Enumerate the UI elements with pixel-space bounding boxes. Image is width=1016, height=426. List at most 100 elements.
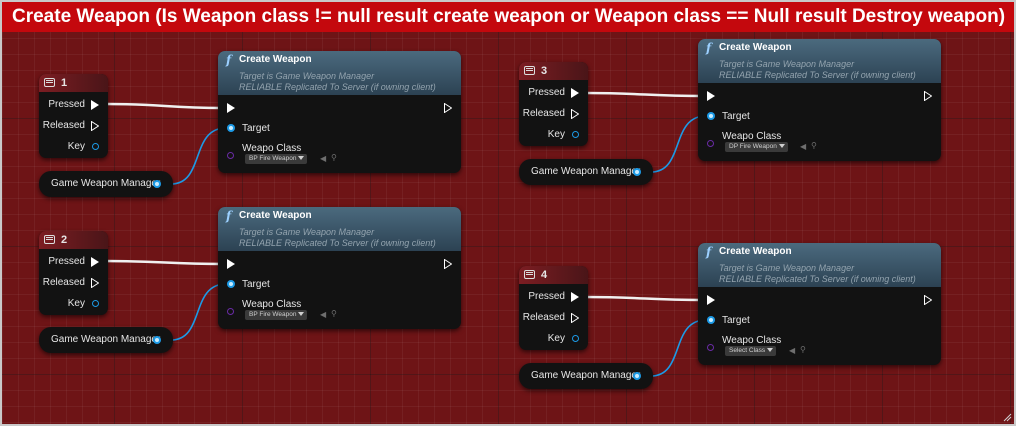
game-weapon-manager-variable-4[interactable]: Game Weapon Manager xyxy=(519,363,653,389)
variable-output-pin[interactable] xyxy=(153,336,161,344)
weapon-class-label: Weapo Class xyxy=(242,143,302,154)
weapon-class-pin[interactable] xyxy=(707,140,714,147)
weapon-class-pin[interactable] xyxy=(227,308,234,315)
variable-output-pin[interactable] xyxy=(633,168,641,176)
weapon-class-dropdown[interactable]: DP Fire Weapon xyxy=(725,142,788,152)
weapon-class-label: Weapo Class xyxy=(242,299,302,310)
search-icon[interactable]: ⚲ xyxy=(331,153,337,163)
key-label: Key xyxy=(547,129,565,140)
function-title: Create Weapon xyxy=(719,42,792,53)
arrow-left-icon[interactable]: ◀ xyxy=(320,310,326,320)
pressed-label: Pressed xyxy=(48,99,85,110)
exec-wire-3 xyxy=(585,91,703,98)
variable-label: Game Weapon Manager xyxy=(531,166,641,177)
game-weapon-manager-variable-3[interactable]: Game Weapon Manager xyxy=(519,159,653,185)
weapon-class-pin[interactable] xyxy=(227,152,234,159)
pressed-label: Pressed xyxy=(528,87,565,98)
weapon-class-dropdown[interactable]: Select Class xyxy=(725,346,777,356)
search-icon[interactable]: ⚲ xyxy=(811,141,817,151)
released-exec-pin[interactable] xyxy=(571,109,579,119)
arrow-left-icon[interactable]: ◀ xyxy=(800,142,806,152)
search-icon[interactable]: ⚲ xyxy=(331,309,337,319)
function-f-icon: f xyxy=(226,209,232,223)
function-target-note: Target is Game Weapon Manager xyxy=(239,71,375,81)
search-icon[interactable]: ⚲ xyxy=(800,345,806,355)
create-weapon-node-1[interactable]: f Create Weapon Target is Game Weapon Ma… xyxy=(218,51,461,173)
create-weapon-node-2[interactable]: f Create Weapon Target is Game Weapon Ma… xyxy=(218,207,461,329)
key-output-pin[interactable] xyxy=(92,143,99,150)
variable-output-pin[interactable] xyxy=(153,180,161,188)
key-node-header: 1 xyxy=(39,74,108,92)
key-event-node-2[interactable]: 2 Pressed Released Key xyxy=(39,231,108,315)
target-label: Target xyxy=(722,111,750,122)
target-input-pin[interactable] xyxy=(707,316,715,324)
pressed-label: Pressed xyxy=(528,291,565,302)
chevron-down-icon xyxy=(298,156,305,161)
exec-input-pin[interactable] xyxy=(227,103,235,113)
function-replication-note: RELIABLE Replicated To Server (if owning… xyxy=(239,238,436,248)
keyboard-icon xyxy=(44,235,55,244)
exec-wire-1 xyxy=(105,102,223,110)
released-exec-pin[interactable] xyxy=(91,121,99,131)
target-input-pin[interactable] xyxy=(227,124,235,132)
variable-output-pin[interactable] xyxy=(633,372,641,380)
chevron-down-icon xyxy=(778,144,785,149)
function-f-icon: f xyxy=(706,245,712,259)
arrow-left-icon[interactable]: ◀ xyxy=(320,154,326,164)
weapon-class-dropdown[interactable]: BP Fire Weapon xyxy=(245,310,308,320)
exec-input-pin[interactable] xyxy=(707,295,715,305)
chevron-down-icon xyxy=(298,312,305,317)
keyboard-icon xyxy=(44,78,55,87)
variable-label: Game Weapon Manager xyxy=(531,370,641,381)
weapon-class-dropdown[interactable]: BP Fire Weapon xyxy=(245,154,308,164)
function-f-icon: f xyxy=(706,41,712,55)
target-input-pin[interactable] xyxy=(707,112,715,120)
function-replication-note: RELIABLE Replicated To Server (if owning… xyxy=(719,70,916,80)
pressed-exec-pin[interactable] xyxy=(571,292,579,302)
arrow-left-icon[interactable]: ◀ xyxy=(789,346,795,356)
key-event-node-4[interactable]: 4 Pressed Released Key xyxy=(519,266,588,350)
key-output-pin[interactable] xyxy=(92,300,99,307)
function-target-note: Target is Game Weapon Manager xyxy=(719,263,855,273)
pressed-exec-pin[interactable] xyxy=(91,100,99,110)
key-event-node-1[interactable]: 1 Pressed Released Key xyxy=(39,74,108,158)
key-output-pin[interactable] xyxy=(572,335,579,342)
exec-input-pin[interactable] xyxy=(707,91,715,101)
pressed-exec-pin[interactable] xyxy=(571,88,579,98)
key-label: Key xyxy=(67,298,85,309)
exec-output-pin[interactable] xyxy=(444,259,452,269)
exec-input-pin[interactable] xyxy=(227,259,235,269)
create-weapon-node-3[interactable]: f Create Weapon Target is Game Weapon Ma… xyxy=(698,39,941,161)
chevron-down-icon xyxy=(767,348,774,353)
exec-wire-4 xyxy=(585,295,703,302)
function-replication-note: RELIABLE Replicated To Server (if owning… xyxy=(719,274,916,284)
exec-output-pin[interactable] xyxy=(924,91,932,101)
pressed-exec-pin[interactable] xyxy=(91,257,99,267)
target-label: Target xyxy=(242,279,270,290)
released-exec-pin[interactable] xyxy=(571,313,579,323)
blueprint-graph[interactable]: Create Weapon (Is Weapon class != null r… xyxy=(0,0,1016,426)
key-output-pin[interactable] xyxy=(572,131,579,138)
exec-output-pin[interactable] xyxy=(444,103,452,113)
function-header: f Create Weapon Target is Game Weapon Ma… xyxy=(218,207,461,251)
weapon-class-pin[interactable] xyxy=(707,344,714,351)
target-input-pin[interactable] xyxy=(227,280,235,288)
weapon-class-label: Weapo Class xyxy=(722,335,782,346)
create-weapon-node-4[interactable]: f Create Weapon Target is Game Weapon Ma… xyxy=(698,243,941,365)
comment-resize-grip[interactable] xyxy=(1002,412,1012,422)
game-weapon-manager-variable-2[interactable]: Game Weapon Manager xyxy=(39,327,173,353)
function-replication-note: RELIABLE Replicated To Server (if owning… xyxy=(239,82,436,92)
key-node-title: 1 xyxy=(61,77,68,89)
exec-output-pin[interactable] xyxy=(924,295,932,305)
game-weapon-manager-variable-1[interactable]: Game Weapon Manager xyxy=(39,171,173,197)
function-header: f Create Weapon Target is Game Weapon Ma… xyxy=(218,51,461,95)
key-node-header: 2 xyxy=(39,231,108,249)
key-label: Key xyxy=(547,333,565,344)
target-label: Target xyxy=(242,123,270,134)
variable-label: Game Weapon Manager xyxy=(51,178,161,189)
weapon-class-value: BP Fire Weapon xyxy=(249,155,297,162)
key-node-title: 2 xyxy=(61,234,68,246)
key-event-node-3[interactable]: 3 Pressed Released Key xyxy=(519,62,588,146)
function-header: f Create Weapon Target is Game Weapon Ma… xyxy=(698,243,941,287)
released-exec-pin[interactable] xyxy=(91,278,99,288)
